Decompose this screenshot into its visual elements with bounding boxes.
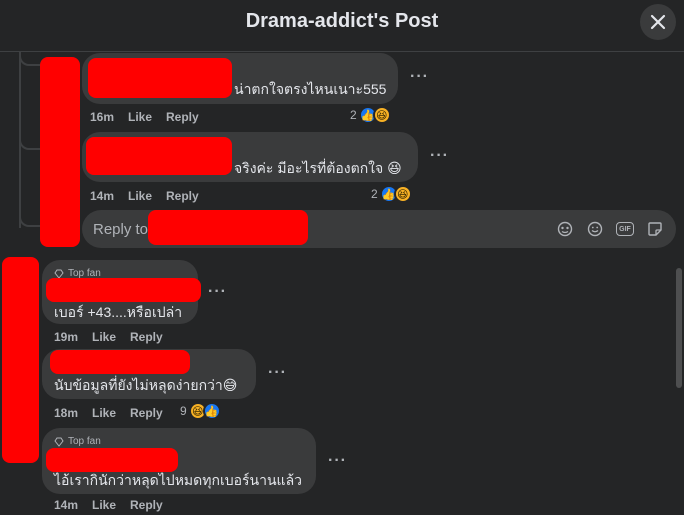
scrollbar[interactable] — [676, 268, 682, 388]
thread-connector — [19, 205, 41, 227]
reply-button[interactable]: Reply — [130, 498, 163, 512]
like-button[interactable]: Like — [128, 189, 152, 203]
thread-connector — [19, 52, 41, 66]
top-fan-badge: Top fan — [54, 436, 101, 447]
more-options-icon[interactable]: ··· — [268, 364, 287, 382]
haha-reaction-icon: 😆 — [393, 185, 412, 203]
avatar-redacted — [2, 257, 39, 463]
like-button[interactable]: Like — [92, 498, 116, 512]
reply-time[interactable]: 14m — [90, 189, 114, 203]
reply-placeholder: Reply to — [93, 221, 149, 238]
close-icon — [650, 14, 666, 30]
more-options-icon[interactable]: ··· — [208, 283, 227, 301]
reaction-summary[interactable]: 9 😆 👍 — [180, 402, 221, 420]
like-button[interactable]: Like — [92, 330, 116, 344]
reply-time[interactable]: 16m — [90, 110, 114, 124]
reply-text: จริงค่ะ มีอะไรที่ต้องตกใจ 😆 — [234, 160, 402, 176]
sticker-icon[interactable] — [646, 220, 664, 238]
reply-button[interactable]: Reply — [130, 330, 163, 344]
like-reaction-icon: 👍 — [202, 402, 221, 420]
comment-time[interactable]: 14m — [54, 498, 78, 512]
author-name-redacted[interactable] — [46, 448, 178, 472]
diamond-icon — [54, 269, 64, 279]
avatar-redacted — [40, 57, 80, 247]
emoji-icon[interactable] — [586, 220, 604, 238]
composer-tools: GIF — [556, 220, 664, 238]
like-button[interactable]: Like — [92, 406, 116, 420]
close-button[interactable] — [640, 4, 676, 40]
reply-target-redacted — [148, 210, 308, 245]
reaction-count: 2 — [371, 187, 378, 201]
comment-text: ไอ้เรากินักว่าหลุดไปหมดทุกเบอร์นานแล้ว — [54, 472, 303, 488]
author-name-redacted[interactable] — [46, 278, 201, 302]
author-name-redacted[interactable] — [88, 58, 232, 98]
haha-reaction-icon: 😆 — [372, 106, 391, 124]
thread-connector — [19, 130, 41, 150]
more-options-icon[interactable]: ··· — [410, 68, 429, 86]
reply-button[interactable]: Reply — [166, 189, 199, 203]
dialog-header: Drama-addict's Post — [0, 0, 684, 52]
more-options-icon[interactable]: ··· — [328, 452, 347, 470]
avatar-sticker-icon[interactable] — [556, 220, 574, 238]
reply-button[interactable]: Reply — [166, 110, 199, 124]
comment-text: เบอร์ +43....หรือเปล่า — [54, 304, 183, 320]
reply-text: น่าตกใจตรงไหนเนาะ555 — [234, 81, 387, 97]
author-name-redacted[interactable] — [50, 350, 190, 374]
like-button[interactable]: Like — [128, 110, 152, 124]
author-name-redacted[interactable] — [86, 137, 232, 175]
gif-icon[interactable]: GIF — [616, 222, 634, 236]
more-options-icon[interactable]: ··· — [430, 147, 449, 165]
reaction-count: 9 — [180, 404, 187, 418]
reply-button[interactable]: Reply — [130, 406, 163, 420]
reaction-summary[interactable]: 2 👍 😆 — [371, 185, 412, 203]
reaction-count: 2 — [350, 108, 357, 122]
comment-text: นับข้อมูลที่ยังไม่หลุดง่ายกว่า😅 — [54, 377, 238, 393]
reaction-summary[interactable]: 2 👍 😆 — [350, 106, 391, 124]
comment-time[interactable]: 18m — [54, 406, 78, 420]
badge-label: Top fan — [68, 436, 101, 447]
dialog-title: Drama-addict's Post — [245, 10, 439, 32]
comment-time[interactable]: 19m — [54, 330, 78, 344]
diamond-icon — [54, 437, 64, 447]
